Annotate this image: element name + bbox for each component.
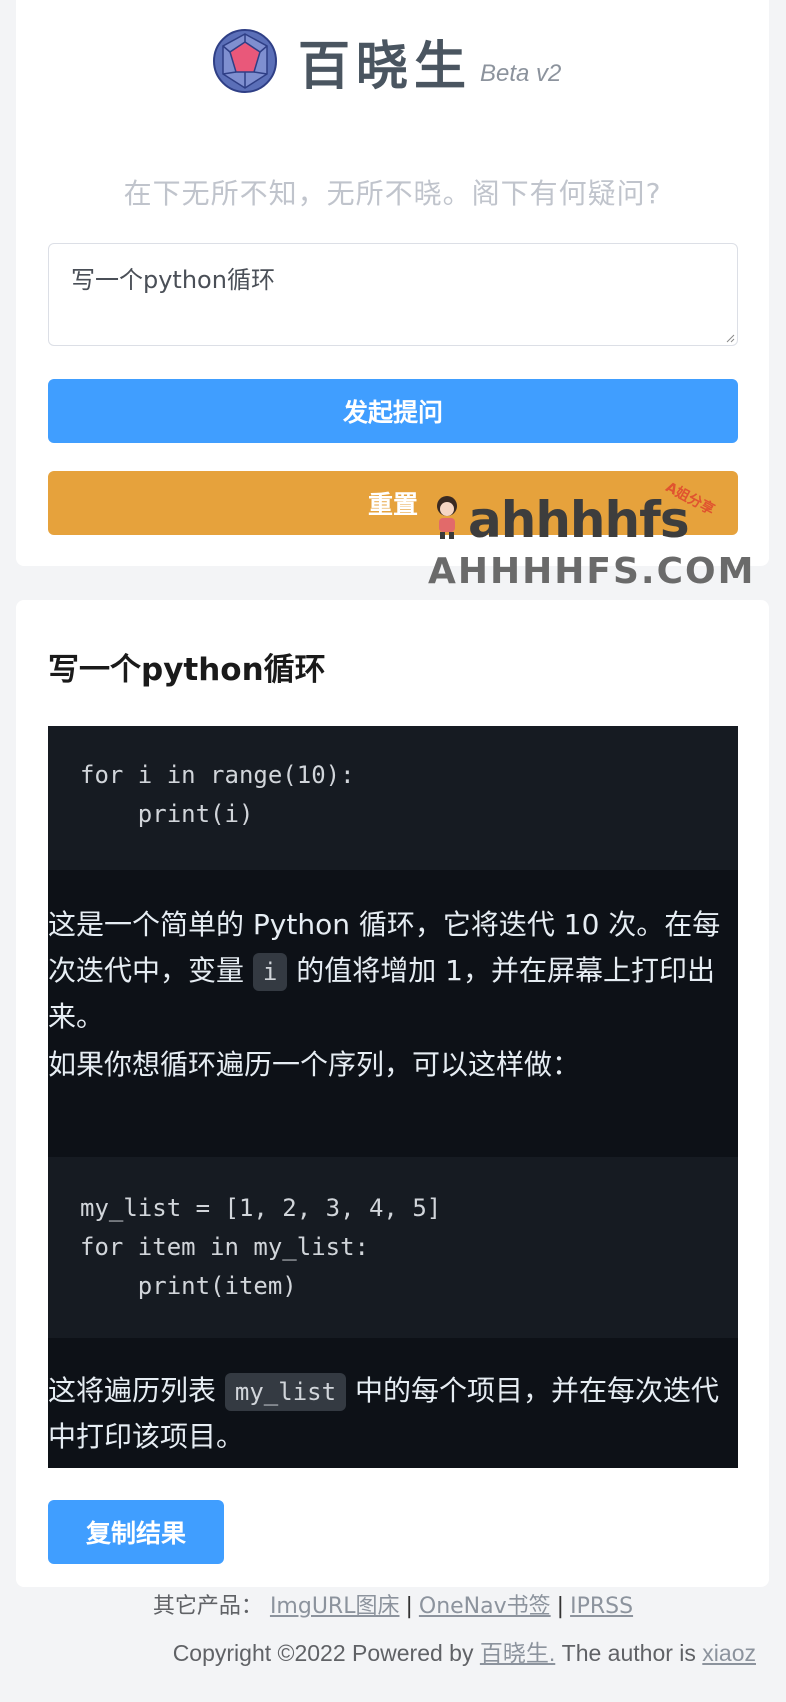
resize-handle-icon[interactable] (726, 334, 735, 343)
code-block: for i in range(10): print(i) (48, 726, 738, 870)
question-card: 百晓生 Beta v2 在下无所不知，无所不晓。阁下有何疑问? 写一个pytho… (16, 0, 769, 566)
inline-code: i (252, 953, 288, 991)
link-iprss[interactable]: IPRSS (570, 1594, 633, 1619)
inline-code: my_list (224, 1373, 347, 1411)
footer-copyright: Copyright ©2022 Powered by 百晓生. The auth… (173, 1636, 756, 1670)
code-block: my_list = [1, 2, 3, 4, 5] for item in my… (48, 1157, 738, 1338)
brand-header: 百晓生 Beta v2 (212, 26, 562, 97)
answer-content: for i in range(10): print(i) 这是一个简单的 Pyt… (48, 726, 738, 1468)
ask-button[interactable]: 发起提问 (48, 379, 738, 443)
copy-result-button[interactable]: 复制结果 (48, 1500, 224, 1564)
watermark-domain: AHHHHFS.COM (428, 551, 756, 592)
answer-paragraph: 这是一个简单的 Python 循环，它将迭代 10 次。在每次迭代中，变量 i … (48, 902, 738, 1040)
version-badge: Beta v2 (480, 60, 562, 87)
powered-by-link[interactable]: 百晓生. (480, 1640, 555, 1666)
answer-paragraph: 这将遍历列表 my_list 中的每个项目，并在每次迭代中打印该项目。 (48, 1368, 738, 1460)
link-imgurl[interactable]: ImgURL图床 (270, 1594, 400, 1619)
link-onenav[interactable]: OneNav书签 (419, 1594, 551, 1619)
separator: | (405, 1594, 413, 1619)
paragraph-text: 这将遍历列表 (48, 1374, 225, 1407)
answer-paragraph: 如果你想循环遍历一个序列，可以这样做： (48, 1048, 581, 1081)
app-title: 百晓生 (298, 36, 473, 97)
watermark-logo: ahhhhfs (468, 491, 690, 549)
answer-card: 写一个python循环 for i in range(10): print(i)… (16, 600, 769, 1587)
tagline: 在下无所不知，无所不晓。阁下有何疑问? (123, 177, 662, 210)
polyhedron-logo-icon (213, 29, 277, 93)
answer-title: 写一个python循环 (48, 652, 326, 688)
author-text: The author is (555, 1640, 703, 1666)
copyright-text: Copyright ©2022 Powered by (172, 1640, 480, 1666)
question-input[interactable]: 写一个python循环 (48, 243, 738, 346)
author-link[interactable]: xiaoz (702, 1640, 756, 1666)
mascot-icon (437, 496, 457, 539)
separator: | (556, 1594, 565, 1619)
footer-products: 其它产品： ImgURL图床 | OneNav书签 | IPRSS (0, 1590, 786, 1624)
products-label: 其它产品： (152, 1594, 263, 1619)
